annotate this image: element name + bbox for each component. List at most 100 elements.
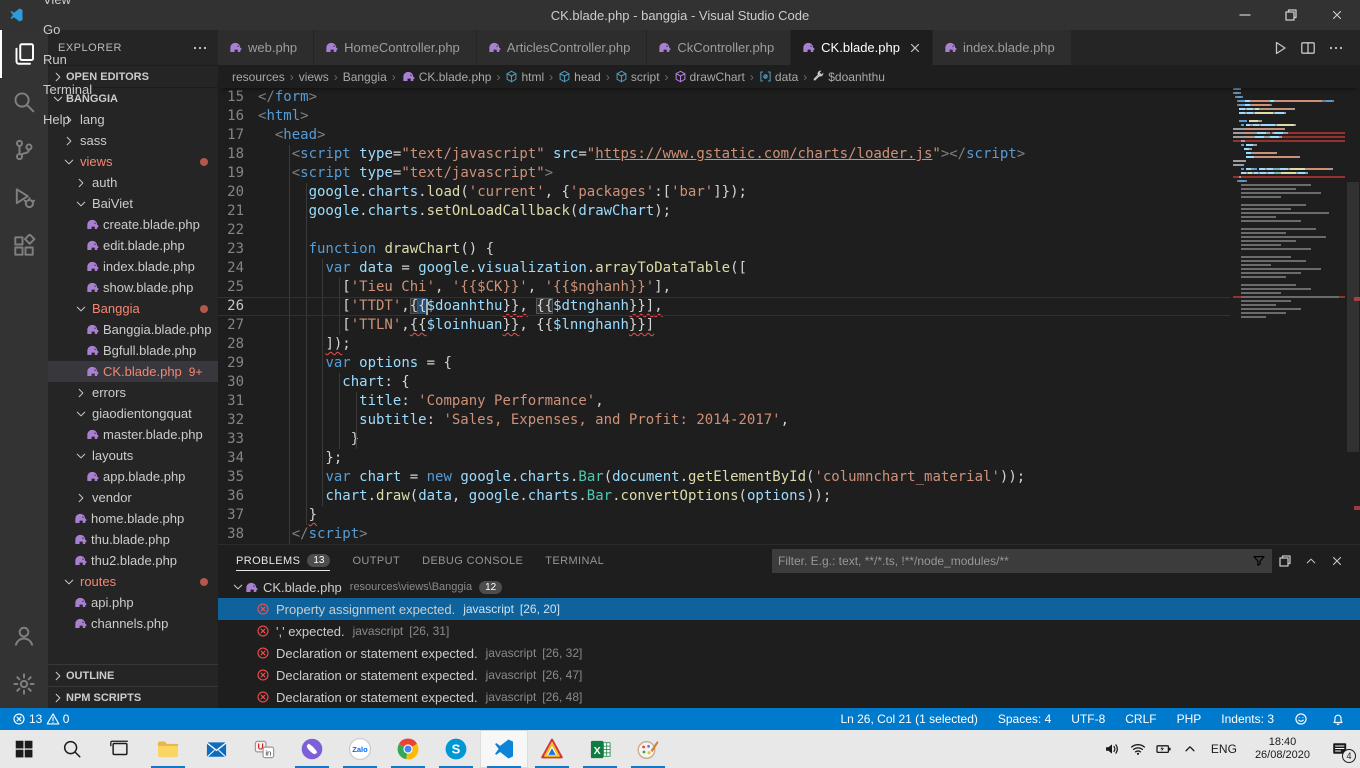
tree-folder-routes[interactable]: routes (48, 571, 218, 592)
section-outline[interactable]: OUTLINE (48, 664, 218, 686)
taskbar-excel[interactable]: X (576, 730, 624, 768)
activity-explorer[interactable] (0, 30, 48, 78)
tree-file-bgfull-blade-php[interactable]: Bgfull.blade.php (48, 340, 218, 361)
tray-volume-icon[interactable] (1099, 730, 1125, 768)
tree-file-master-blade-php[interactable]: master.blade.php (48, 424, 218, 445)
activity-account[interactable] (0, 612, 48, 660)
taskbar-paint[interactable] (624, 730, 672, 768)
tree-file-app-blade-php[interactable]: app.blade.php (48, 466, 218, 487)
breadcrumb-banggia[interactable]: Banggia (343, 70, 387, 84)
tree-file-ck-blade-php[interactable]: CK.blade.php9+ (48, 361, 218, 382)
close-panel-button[interactable] (1324, 554, 1350, 568)
clock[interactable]: 18:40 26/08/2020 (1245, 736, 1320, 762)
taskbar-file-explorer[interactable] (144, 730, 192, 768)
tree-folder-banggia[interactable]: Banggia (48, 298, 218, 319)
tree-file-thu2-blade-php[interactable]: thu2.blade.php (48, 550, 218, 571)
status-crlf[interactable]: CRLF (1123, 708, 1158, 730)
problem-row[interactable]: Declaration or statement expected.javasc… (218, 664, 1360, 686)
menu-view[interactable]: View (34, 0, 105, 15)
feedback-icon[interactable] (1292, 708, 1313, 730)
tray-battery-icon[interactable] (1151, 730, 1177, 768)
tree-file-thu-blade-php[interactable]: thu.blade.php (48, 529, 218, 550)
taskbar-mail[interactable] (192, 730, 240, 768)
problem-row[interactable]: Property assignment expected.javascript[… (218, 598, 1360, 620)
activity-search[interactable] (0, 78, 48, 126)
status-indents[interactable]: Indents: 3 (1219, 708, 1276, 730)
tree-file-home-blade-php[interactable]: home.blade.php (48, 508, 218, 529)
notification-center[interactable]: 4 (1320, 730, 1360, 768)
panel-tab-debug-console[interactable]: DEBUG CONSOLE (422, 545, 523, 576)
close-button[interactable] (1314, 0, 1360, 30)
taskbar-viber[interactable] (288, 730, 336, 768)
breadcrumb-html[interactable]: html (505, 70, 544, 84)
bell-icon[interactable] (1329, 708, 1350, 730)
problems-filter-input[interactable] (778, 554, 1252, 568)
taskbar-zalo[interactable]: Zalo (336, 730, 384, 768)
taskbar-chrome[interactable] (384, 730, 432, 768)
run-button[interactable] (1266, 40, 1294, 56)
breadcrumb-script[interactable]: script (615, 70, 660, 84)
tree-folder-baiviet[interactable]: BaiViet (48, 193, 218, 214)
tree-file-create-blade-php[interactable]: create.blade.php (48, 214, 218, 235)
breadcrumb-resources[interactable]: resources (232, 70, 285, 84)
tree-folder-lang[interactable]: lang (48, 109, 218, 130)
problems-file-group[interactable]: CK.blade.php resources\views\Banggia 12 (218, 576, 1360, 598)
tab-web-php[interactable]: web.php (218, 30, 314, 65)
tree-file-index-blade-php[interactable]: index.blade.php (48, 256, 218, 277)
minimap[interactable] (1233, 88, 1345, 544)
split-editor-button[interactable] (1294, 40, 1322, 56)
taskbar-search[interactable] (48, 730, 96, 768)
tree-file-api-php[interactable]: api.php (48, 592, 218, 613)
tree-folder-layouts[interactable]: layouts (48, 445, 218, 466)
more-actions-button[interactable] (1322, 40, 1350, 56)
restore-button[interactable] (1268, 0, 1314, 30)
panel-tab-problems[interactable]: PROBLEMS13 (236, 545, 330, 576)
activity-run-debug[interactable] (0, 174, 48, 222)
breadcrumb-$doanhthu[interactable]: $doanhthu (812, 70, 885, 84)
tree-folder-sass[interactable]: sass (48, 130, 218, 151)
tab-index-blade-php[interactable]: index.blade.php (933, 30, 1072, 65)
tab-ck-blade-php[interactable]: CK.blade.php (791, 30, 933, 65)
status-spaces[interactable]: Spaces: 4 (996, 708, 1053, 730)
tree-file-edit-blade-php[interactable]: edit.blade.php (48, 235, 218, 256)
tree-folder-giaodientongquat[interactable]: giaodientongquat (48, 403, 218, 424)
taskbar-triangle-app[interactable] (528, 730, 576, 768)
maximize-panel-button[interactable] (1272, 553, 1298, 569)
breadcrumb-data[interactable]: data (759, 70, 798, 84)
tab-homecontroller-php[interactable]: HomeController.php (314, 30, 477, 65)
taskbar-skype[interactable]: S (432, 730, 480, 768)
taskbar-vscode[interactable] (480, 730, 528, 768)
activity-settings[interactable] (0, 660, 48, 708)
tree-file-banggia-blade-php[interactable]: Banggia.blade.php (48, 319, 218, 340)
activity-source-control[interactable] (0, 126, 48, 174)
editor-scrollbar[interactable] (1346, 88, 1360, 544)
problem-row[interactable]: Declaration or statement expected.javasc… (218, 642, 1360, 664)
tree-folder-vendor[interactable]: vendor (48, 487, 218, 508)
status-utf-8[interactable]: UTF-8 (1069, 708, 1107, 730)
breadcrumb-views[interactable]: views (299, 70, 329, 84)
collapse-panel-button[interactable] (1298, 555, 1324, 567)
status-ln-26-col-21-1-selected-[interactable]: Ln 26, Col 21 (1 selected) (838, 708, 979, 730)
panel-tab-output[interactable]: OUTPUT (352, 545, 400, 576)
sidebar-actions-icon[interactable] (192, 40, 208, 56)
breadcrumb-drawchart[interactable]: drawChart (674, 70, 745, 84)
code-editor[interactable]: 15</form>16<html>17 <head>18 <script typ… (218, 88, 1360, 544)
section-npm-scripts[interactable]: NPM SCRIPTS (48, 686, 218, 708)
status-php[interactable]: PHP (1175, 708, 1204, 730)
taskbar-start[interactable] (0, 730, 48, 768)
activity-extensions[interactable] (0, 222, 48, 270)
problem-row[interactable]: ',' expected.javascript[26, 31] (218, 620, 1360, 642)
problem-row[interactable]: Declaration or statement expected.javasc… (218, 686, 1360, 708)
minimize-button[interactable] (1222, 0, 1268, 30)
tab-articlescontroller-php[interactable]: ArticlesController.php (477, 30, 648, 65)
language-indicator[interactable]: ENG (1203, 742, 1245, 756)
problems-status[interactable]: 13 0 (10, 708, 71, 730)
scrollbar-thumb[interactable] (1347, 182, 1359, 452)
taskbar-unikey[interactable]: Uin (240, 730, 288, 768)
tree-folder-views[interactable]: views (48, 151, 218, 172)
tray-chevron-up-icon[interactable] (1177, 730, 1203, 768)
taskbar-task-view[interactable] (96, 730, 144, 768)
tree-folder-auth[interactable]: auth (48, 172, 218, 193)
tree-folder-errors[interactable]: errors (48, 382, 218, 403)
tab-ckcontroller-php[interactable]: CkController.php (647, 30, 791, 65)
